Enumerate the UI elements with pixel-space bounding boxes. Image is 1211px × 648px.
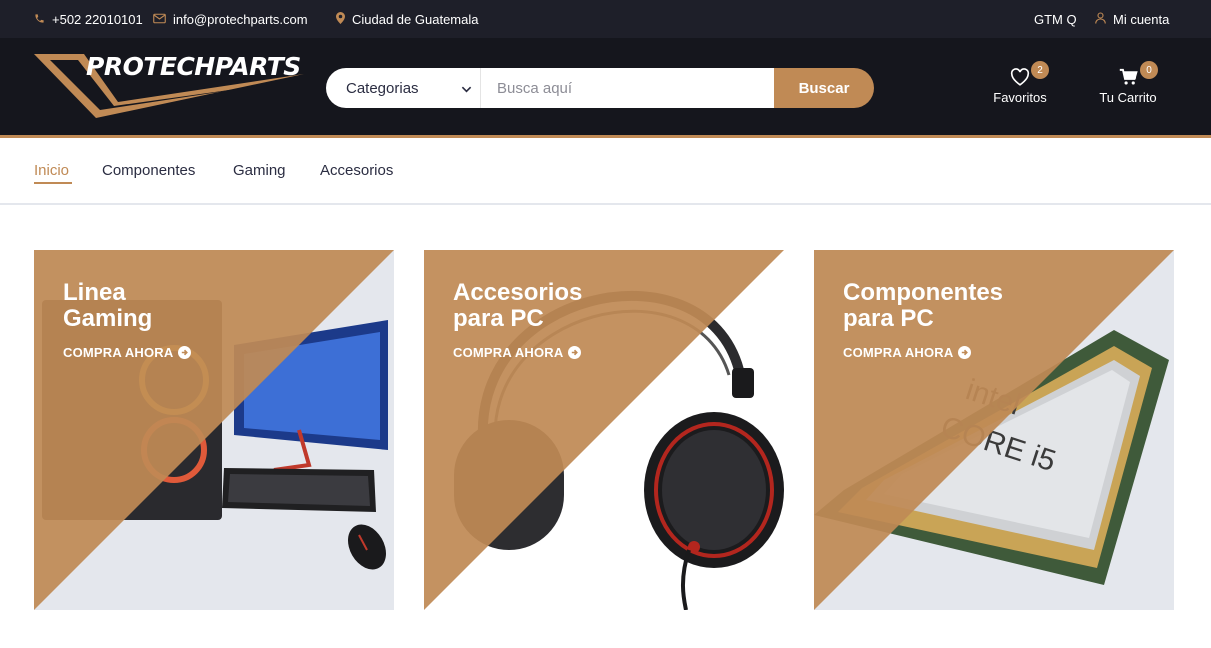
arrow-circle-right-icon — [177, 346, 191, 359]
chevron-down-icon — [461, 82, 472, 99]
shop-now-link[interactable]: COMPRA AHORA — [843, 345, 971, 360]
card-title: Linea Gaming — [63, 279, 153, 332]
favorites-label: Favoritos — [993, 90, 1047, 105]
shopping-cart-icon — [1119, 68, 1138, 91]
location-text: Ciudad de Guatemala — [352, 11, 479, 27]
main-navigation: Inicio Componentes Gaming Accesorios — [0, 141, 1211, 205]
account-link[interactable]: Mi cuenta — [1095, 0, 1169, 38]
nav-item-gaming[interactable]: Gaming — [233, 162, 286, 179]
favorites-count-badge: 2 — [1031, 61, 1049, 79]
arrow-circle-right-icon — [957, 346, 971, 359]
phone-icon — [34, 12, 52, 27]
shop-now-label: COMPRA AHORA — [63, 345, 174, 360]
shop-now-link[interactable]: COMPRA AHORA — [63, 345, 191, 360]
nav-item-accesorios[interactable]: Accesorios — [320, 162, 393, 179]
cart-count-badge: 0 — [1140, 61, 1158, 79]
cart-button[interactable]: 0 Tu Carrito — [1088, 61, 1168, 112]
search-bar: Categorias Buscar — [326, 68, 874, 108]
email-link[interactable]: info@protechparts.com — [153, 0, 308, 38]
favorites-button[interactable]: 2 Favoritos — [980, 61, 1060, 112]
card-title: Componentes para PC — [843, 279, 1004, 332]
phone-link[interactable]: +502 22010101 — [34, 0, 143, 38]
user-icon — [1095, 11, 1113, 27]
arrow-circle-right-icon — [567, 346, 581, 359]
collection-card-components[interactable]: intel CORE i5 Componentes para PC COMPRA… — [814, 250, 1174, 610]
shop-now-label: COMPRA AHORA — [453, 345, 564, 360]
cart-label: Tu Carrito — [1099, 90, 1157, 105]
collection-card-gaming[interactable]: Linea Gaming COMPRA AHORA — [34, 250, 394, 610]
phone-text: +502 22010101 — [52, 11, 143, 27]
map-marker-icon — [336, 11, 352, 27]
heart-icon — [1010, 68, 1030, 91]
currency-text: GTM Q — [1034, 11, 1077, 27]
nav-active-indicator — [34, 182, 72, 184]
shop-now-label: COMPRA AHORA — [843, 345, 954, 360]
location-link[interactable]: Ciudad de Guatemala — [336, 0, 478, 38]
logo-text: PROTECHPARTS — [86, 52, 301, 81]
envelope-icon — [153, 12, 173, 27]
category-select[interactable]: Categorias — [326, 68, 481, 108]
search-button[interactable]: Buscar — [774, 68, 874, 108]
category-select-value: Categorias — [346, 79, 419, 97]
currency-selector[interactable]: GTM Q — [1034, 0, 1077, 38]
main-header: PROTECHPARTS Categorias Buscar 2 Favorit… — [0, 38, 1211, 138]
collection-card-accessories[interactable]: Accesorios para PC COMPRA AHORA — [424, 250, 784, 610]
email-text: info@protechparts.com — [173, 11, 308, 27]
nav-item-componentes[interactable]: Componentes — [102, 162, 195, 179]
nav-item-inicio[interactable]: Inicio — [34, 162, 69, 179]
logo[interactable]: PROTECHPARTS — [34, 52, 324, 122]
top-bar: +502 22010101 info@protechparts.com Ciud… — [0, 0, 1211, 38]
shop-now-link[interactable]: COMPRA AHORA — [453, 345, 581, 360]
account-text: Mi cuenta — [1113, 11, 1170, 27]
card-title: Accesorios para PC — [453, 279, 583, 332]
search-input[interactable] — [481, 68, 774, 108]
